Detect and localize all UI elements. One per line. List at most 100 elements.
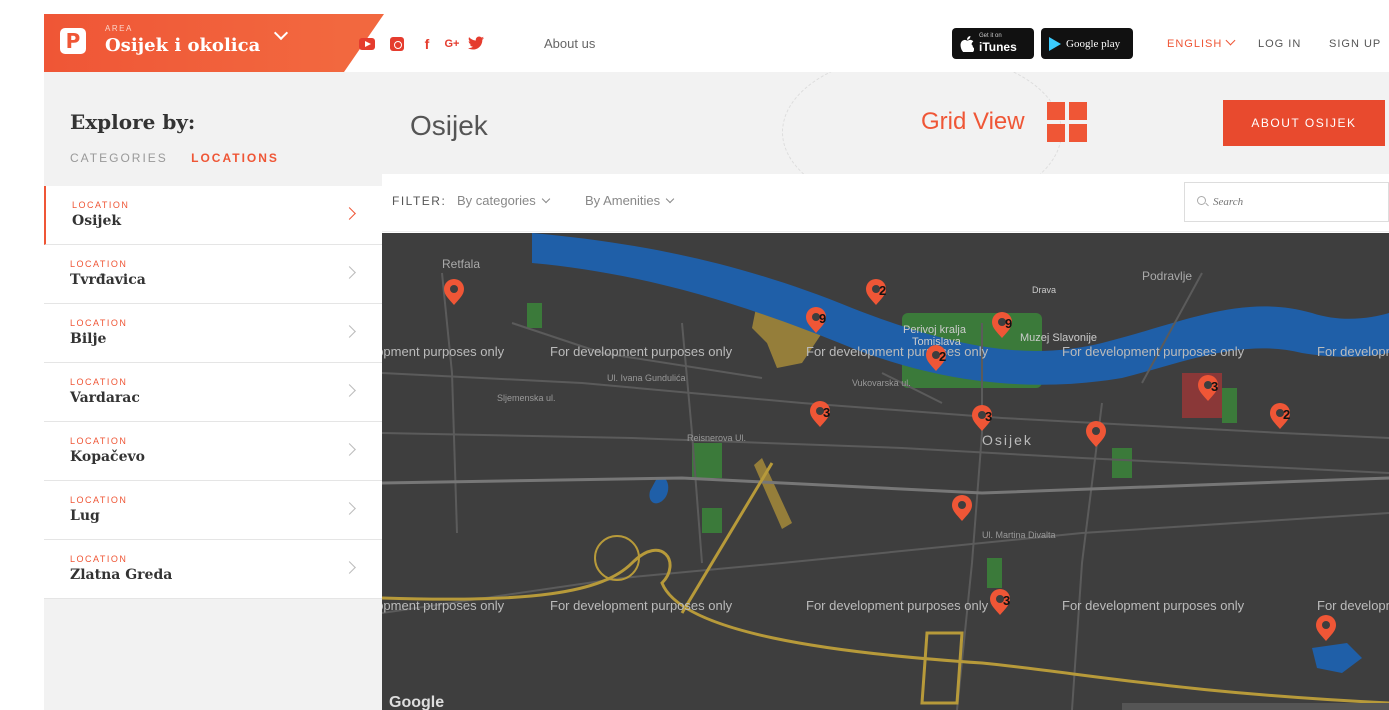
search-box[interactable] [1184, 182, 1389, 222]
sidebar-heading: Explore by: [70, 110, 196, 134]
area-name: Osijek i okolica [105, 35, 261, 56]
location-item-vardarac[interactable]: LOCATION Vardarac [44, 363, 382, 422]
location-label: LOCATION [70, 318, 128, 328]
location-label: LOCATION [70, 554, 128, 564]
itunes-label: iTunes [979, 40, 1017, 54]
filter-by-categories[interactable]: By categories [457, 193, 551, 208]
filter-label: FILTER: [392, 194, 447, 208]
park-area [692, 443, 722, 478]
tab-locations[interactable]: LOCATIONS [191, 151, 279, 165]
map-watermark: For development purposes only [382, 344, 505, 359]
about-osijek-button[interactable]: ABOUT OSIJEK [1223, 100, 1385, 146]
instagram-icon[interactable] [390, 37, 404, 51]
map-marker[interactable] [952, 495, 972, 521]
location-label: LOCATION [70, 495, 128, 505]
map-label-osijek: Osijek [982, 432, 1033, 448]
map-label-gundulica: Ul. Ivana Gundulića [607, 373, 686, 383]
area-label: AREA [105, 24, 133, 33]
map-watermark: For development purposes only [382, 598, 505, 613]
map-watermark: For development purposes only [1317, 598, 1389, 613]
location-label: LOCATION [70, 377, 128, 387]
location-item-bilje[interactable]: LOCATION Bilje [44, 304, 382, 363]
location-label: LOCATION [70, 436, 128, 446]
map-marker-count: 2 [879, 283, 886, 298]
map-watermark: For development purposes only [806, 598, 989, 613]
location-name: Zlatna Greda [70, 567, 173, 583]
map-marker[interactable] [1086, 421, 1106, 447]
map-label-podravlje: Podravlje [1142, 269, 1192, 283]
location-name: Tvrđavica [70, 272, 146, 288]
google-play-label: Google play [1066, 37, 1121, 50]
map-canvas: Retfala Podravlje Perivoj kralja Tomisla… [382, 233, 1389, 710]
chevron-right-icon [343, 207, 356, 220]
map-marker-count: 3 [1003, 593, 1010, 608]
search-input[interactable] [1213, 192, 1373, 212]
about-us-link[interactable]: About us [544, 36, 595, 51]
map-marker[interactable]: 3 [972, 405, 992, 431]
filter-by-amenities[interactable]: By Amenities [585, 193, 675, 208]
map-marker[interactable]: 3 [810, 401, 830, 427]
map-marker-count: 9 [1005, 316, 1012, 331]
chevron-right-icon [343, 561, 356, 574]
location-name: Kopačevo [70, 449, 145, 465]
page-title: Osijek [410, 110, 488, 141]
map-marker[interactable] [1316, 615, 1336, 641]
filter-bar: FILTER: By categories By Amenities [382, 174, 1389, 232]
area-selector[interactable]: P AREA Osijek i okolica [44, 14, 384, 72]
youtube-icon[interactable] [359, 38, 375, 50]
language-selector[interactable]: ENGLISH [1167, 35, 1236, 50]
filter-categories-label: By categories [457, 193, 536, 208]
chevron-right-icon [343, 266, 356, 279]
location-name: Vardarac [70, 390, 140, 406]
map-marker-count: 2 [939, 349, 946, 364]
map-marker-count: 3 [985, 409, 992, 424]
location-item-tvrdavica[interactable]: LOCATION Tvrđavica [44, 245, 382, 304]
twitter-icon[interactable] [468, 36, 484, 52]
map-marker[interactable]: 3 [990, 589, 1010, 615]
location-label: LOCATION [72, 200, 130, 210]
facebook-icon[interactable]: f [419, 36, 435, 52]
highway [382, 462, 1389, 705]
chevron-right-icon [343, 384, 356, 397]
built-area [754, 458, 792, 529]
google-play-button[interactable]: Google play [1041, 28, 1133, 59]
map-marker-count: 3 [823, 405, 830, 420]
map-marker-count: 2 [1283, 407, 1290, 422]
grid-view-icon[interactable] [1047, 102, 1087, 142]
location-item-zlatna-greda[interactable]: LOCATION Zlatna Greda [44, 540, 382, 599]
map-label-vukovarska: Vukovarska ul. [852, 378, 911, 388]
map-marker[interactable]: 2 [866, 279, 886, 305]
chevron-right-icon [343, 443, 356, 456]
chevron-right-icon [343, 325, 356, 338]
location-label: LOCATION [70, 259, 128, 269]
map-marker[interactable] [444, 278, 464, 305]
location-item-kopacevo[interactable]: LOCATION Kopačevo [44, 422, 382, 481]
tab-categories[interactable]: CATEGORIES [70, 151, 168, 165]
map-label-drava: Drava [1032, 285, 1056, 295]
lake [1312, 643, 1362, 673]
location-item-lug[interactable]: LOCATION Lug [44, 481, 382, 540]
map-pin-hole [450, 285, 458, 293]
map-marker[interactable]: 2 [1270, 403, 1290, 429]
map[interactable]: Retfala Podravlje Perivoj kralja Tomisla… [382, 233, 1389, 710]
apple-icon [960, 35, 974, 52]
sidebar-tabs: CATEGORIES LOCATIONS [70, 151, 279, 165]
park-area [527, 303, 542, 328]
map-attribution-bar [1122, 703, 1389, 710]
login-link[interactable]: LOG IN [1258, 38, 1301, 50]
itunes-small-label: Get it on [979, 33, 1002, 39]
google-play-icon [1049, 36, 1061, 51]
grid-view-link[interactable]: Grid View [921, 108, 1025, 136]
railway [382, 476, 1389, 495]
page-margin [0, 0, 44, 710]
map-watermark: For development purposes only [1062, 598, 1245, 613]
location-name: Osijek [72, 213, 122, 229]
location-name: Bilje [70, 331, 107, 347]
itunes-button[interactable]: Get it on iTunes [952, 28, 1034, 59]
google-plus-icon[interactable]: G+ [444, 36, 460, 52]
filter-amenities-label: By Amenities [585, 193, 661, 208]
signup-link[interactable]: SIGN UP [1329, 38, 1381, 50]
location-item-osijek[interactable]: LOCATION Osijek [44, 186, 382, 245]
map-pin-hole [1092, 427, 1100, 435]
map-pin-hole [1322, 621, 1330, 629]
